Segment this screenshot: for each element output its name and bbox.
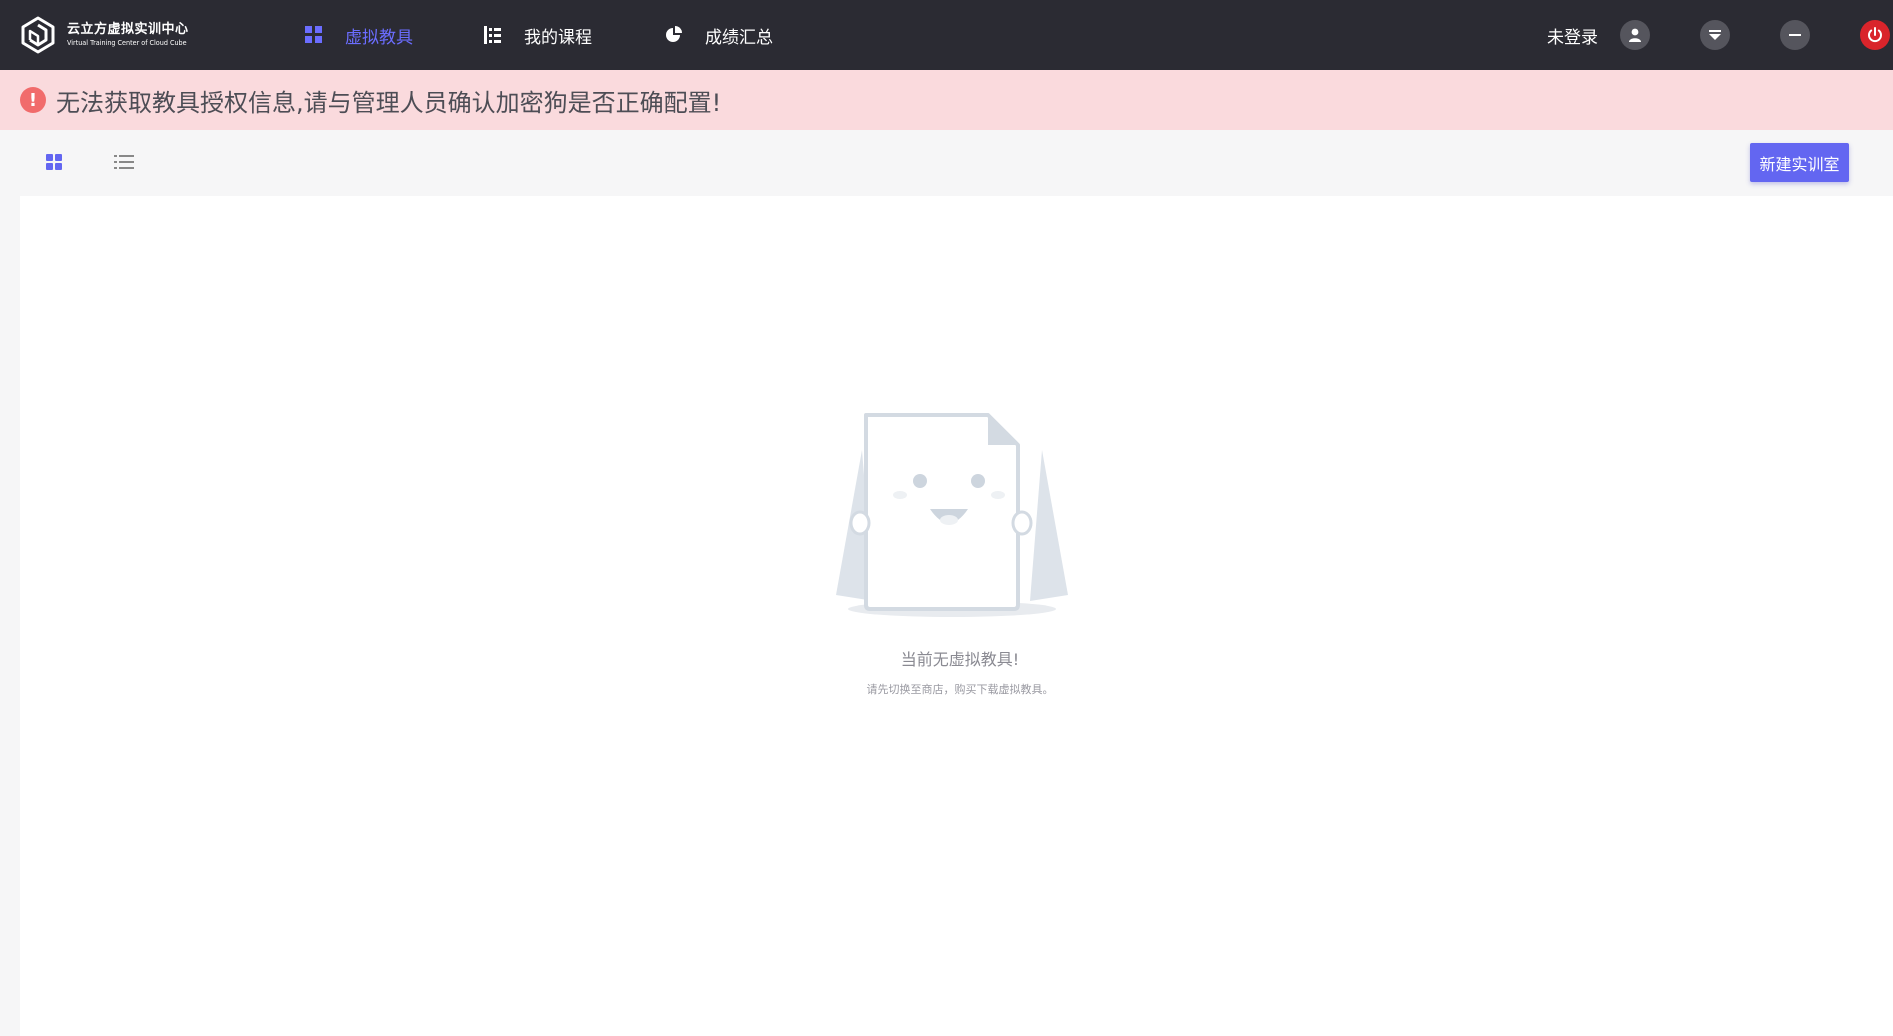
logo-icon <box>21 16 55 54</box>
power-button[interactable] <box>1860 20 1890 50</box>
grid-icon <box>305 26 322 43</box>
nav-item-virtual-teaching-aids[interactable]: 虚拟教具 <box>304 0 413 70</box>
exclamation-icon: ! <box>20 87 46 113</box>
minimize-icon <box>1789 34 1801 36</box>
dropdown-icon <box>1709 30 1721 40</box>
app-subtitle: Virtual Training Center of Cloud Cube <box>67 39 187 47</box>
empty-document-icon <box>836 413 1068 617</box>
app-title: 云立方虚拟实训中心 <box>67 22 189 37</box>
course-tree-icon <box>484 26 501 44</box>
new-training-room-button[interactable]: 新建实训室 <box>1750 143 1849 182</box>
nav-label: 我的课程 <box>524 27 592 48</box>
alert-banner: ! 无法获取教具授权信息,请与管理人员确认加密狗是否正确配置! <box>0 70 1893 130</box>
nav-label: 成绩汇总 <box>705 27 773 48</box>
user-icon <box>1629 28 1641 42</box>
nav-item-grade-summary[interactable]: 成绩汇总 <box>664 0 773 70</box>
pie-chart-icon <box>666 26 682 42</box>
top-bar: 云立方虚拟实训中心 Virtual Training Center of Clo… <box>0 0 1893 70</box>
list-view-button[interactable] <box>110 148 138 176</box>
user-button[interactable] <box>1620 20 1650 50</box>
grid-view-icon <box>46 154 62 170</box>
nav-label: 虚拟教具 <box>345 27 413 48</box>
minimize-button[interactable] <box>1780 20 1810 50</box>
grid-view-button[interactable] <box>40 148 68 176</box>
empty-state-title: 当前无虚拟教具! <box>900 650 1020 669</box>
login-status[interactable]: 未登录 <box>1547 0 1598 70</box>
alert-message: 无法获取教具授权信息,请与管理人员确认加密狗是否正确配置! <box>56 88 722 117</box>
dropdown-button[interactable] <box>1700 20 1730 50</box>
nav-item-my-courses[interactable]: 我的课程 <box>483 0 592 70</box>
power-icon <box>1868 27 1882 43</box>
list-view-icon <box>114 155 134 169</box>
view-toolbar <box>0 130 1893 196</box>
app-logo: 云立方虚拟实训中心 Virtual Training Center of Clo… <box>18 15 197 55</box>
empty-state-subtitle: 请先切换至商店，购买下载虚拟教具。 <box>866 683 1054 696</box>
